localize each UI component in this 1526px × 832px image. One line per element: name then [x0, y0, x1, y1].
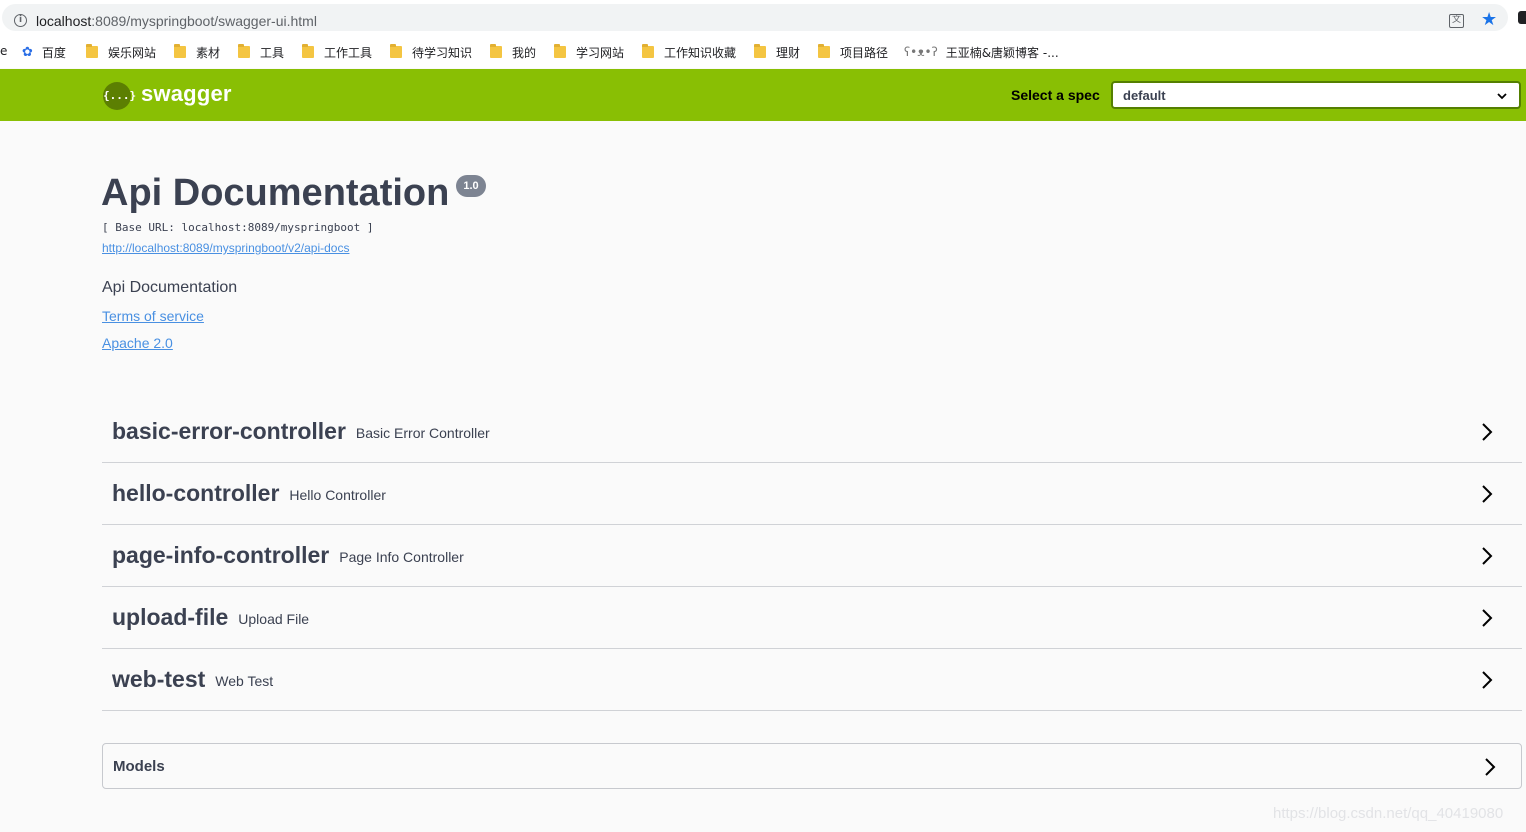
bookmark-label: 待学习知识	[412, 45, 473, 60]
bookmark-folder[interactable]: 工作知识收藏	[642, 42, 736, 62]
controller-name: page-info-controller	[112, 542, 330, 568]
swagger-topbar: {...} swagger Select a spec default	[0, 69, 1526, 121]
controller-name: upload-file	[112, 604, 229, 630]
bookmark-label: 素材	[196, 45, 221, 60]
bookmark-blog[interactable]: ʕ•ᴥ•ʔ 王亚楠&唐颖博客 -...	[904, 42, 1059, 62]
chevron-right-icon	[1482, 609, 1493, 627]
bookmark-folder[interactable]: 素材	[174, 42, 220, 62]
spec-select[interactable]: default	[1111, 81, 1521, 109]
url-text[interactable]: localhost:8089/myspringboot/swagger-ui.h…	[36, 13, 317, 29]
bookmark-label: 学习网站	[576, 45, 625, 60]
controller-description: Upload File	[238, 611, 310, 627]
controller-description: Basic Error Controller	[355, 425, 490, 441]
license-link[interactable]: Apache 2.0	[102, 335, 173, 351]
bookmark-label: 百度	[41, 45, 66, 60]
chevron-right-icon	[1482, 671, 1493, 689]
chevron-right-icon	[1482, 547, 1493, 565]
bookmark-label: 工具	[260, 45, 285, 60]
bookmark-label: 我的	[512, 45, 537, 60]
controller-description: Page Info Controller	[339, 549, 464, 565]
folder-icon	[490, 44, 502, 58]
chevron-right-icon	[1482, 423, 1493, 441]
controller-name: basic-error-controller	[112, 418, 346, 444]
bear-icon: ʕ•ᴥ•ʔ	[904, 45, 938, 59]
bookmark-folder[interactable]: 工具	[238, 42, 284, 62]
watermark: https://blog.csdn.net/qq_40419080	[1273, 805, 1504, 822]
folder-icon	[390, 44, 402, 58]
bookmark-folder[interactable]: 待学习知识	[390, 42, 472, 62]
bookmarks-bar: e ✿ 百度 娱乐网站 素材 工具 工作工具 待学习知识 我的 学习网站 工作知识…	[0, 36, 1526, 68]
api-title: Api Documentation	[101, 172, 450, 214]
controller-description: Web Test	[215, 673, 274, 689]
controller-description: Hello Controller	[289, 487, 386, 503]
folder-icon	[642, 44, 654, 58]
swagger-logo-icon[interactable]: {...}	[103, 82, 136, 110]
bookmark-label: 工作工具	[324, 45, 373, 60]
bookmark-label: 王亚楠&唐颖博客 -...	[945, 45, 1059, 60]
folder-icon	[554, 44, 566, 58]
omnibox[interactable]: i localhost:8089/myspringboot/swagger-ui…	[2, 4, 1508, 31]
controller-row-page-info[interactable]: page-info-controller Page Info Controlle…	[102, 525, 1522, 587]
bookmark-label: 项目路径	[840, 45, 889, 60]
bookmark-folder[interactable]: 项目路径	[818, 42, 888, 62]
controller-row-web-test[interactable]: web-test Web Test	[102, 649, 1522, 711]
bookmark-edge: e	[0, 44, 8, 58]
controller-list: basic-error-controller Basic Error Contr…	[102, 401, 1522, 711]
controller-name: web-test	[112, 666, 206, 692]
folder-icon	[174, 44, 186, 58]
spec-select-value: default	[1123, 88, 1166, 103]
controller-row-hello[interactable]: hello-controller Hello Controller	[102, 463, 1522, 525]
folder-icon	[302, 44, 314, 58]
folder-icon	[754, 44, 766, 58]
bookmark-folder[interactable]: 理财	[754, 42, 800, 62]
translate-icon[interactable]: 文	[1449, 14, 1464, 28]
bookmark-folder[interactable]: 我的	[490, 42, 536, 62]
bookmark-label: 理财	[776, 45, 801, 60]
controller-row-upload-file[interactable]: upload-file Upload File	[102, 587, 1522, 649]
url-host: localhost	[36, 13, 92, 29]
api-description: Api Documentation	[102, 279, 238, 296]
controller-row-basic-error[interactable]: basic-error-controller Basic Error Contr…	[102, 401, 1522, 463]
bookmark-star-icon[interactable]: ★	[1481, 10, 1497, 30]
bookmark-label: 娱乐网站	[108, 45, 157, 60]
chevron-right-icon	[1482, 485, 1493, 503]
bookmark-label: 工作知识收藏	[664, 45, 737, 60]
folder-icon	[86, 44, 98, 58]
bookmark-folder[interactable]: 学习网站	[554, 42, 624, 62]
terms-of-service-link[interactable]: Terms of service	[102, 308, 204, 324]
base-url: [ Base URL: localhost:8089/myspringboot …	[102, 221, 374, 234]
url-path: :8089/myspringboot/swagger-ui.html	[91, 13, 317, 29]
chevron-right-icon	[1485, 758, 1496, 776]
controller-name: hello-controller	[112, 480, 280, 506]
folder-icon	[238, 44, 250, 58]
bookmark-baidu[interactable]: ✿ 百度	[22, 42, 66, 62]
chevron-down-icon	[1497, 93, 1507, 100]
bookmark-folder[interactable]: 工作工具	[302, 42, 372, 62]
models-label: Models	[113, 758, 165, 775]
folder-icon	[818, 44, 830, 58]
api-docs-link[interactable]: http://localhost:8089/myspringboot/v2/ap…	[102, 241, 349, 255]
browser-address-bar: i localhost:8089/myspringboot/swagger-ui…	[0, 0, 1526, 36]
info-icon[interactable]: i	[14, 14, 27, 27]
swagger-logo-text[interactable]: swagger	[141, 81, 232, 107]
select-spec-label: Select a spec	[1011, 87, 1100, 103]
paw-icon: ✿	[22, 44, 33, 60]
version-badge: 1.0	[456, 175, 486, 197]
profile-icon[interactable]	[1518, 11, 1526, 24]
bookmark-folder[interactable]: 娱乐网站	[86, 42, 156, 62]
models-section[interactable]: Models	[102, 743, 1522, 789]
